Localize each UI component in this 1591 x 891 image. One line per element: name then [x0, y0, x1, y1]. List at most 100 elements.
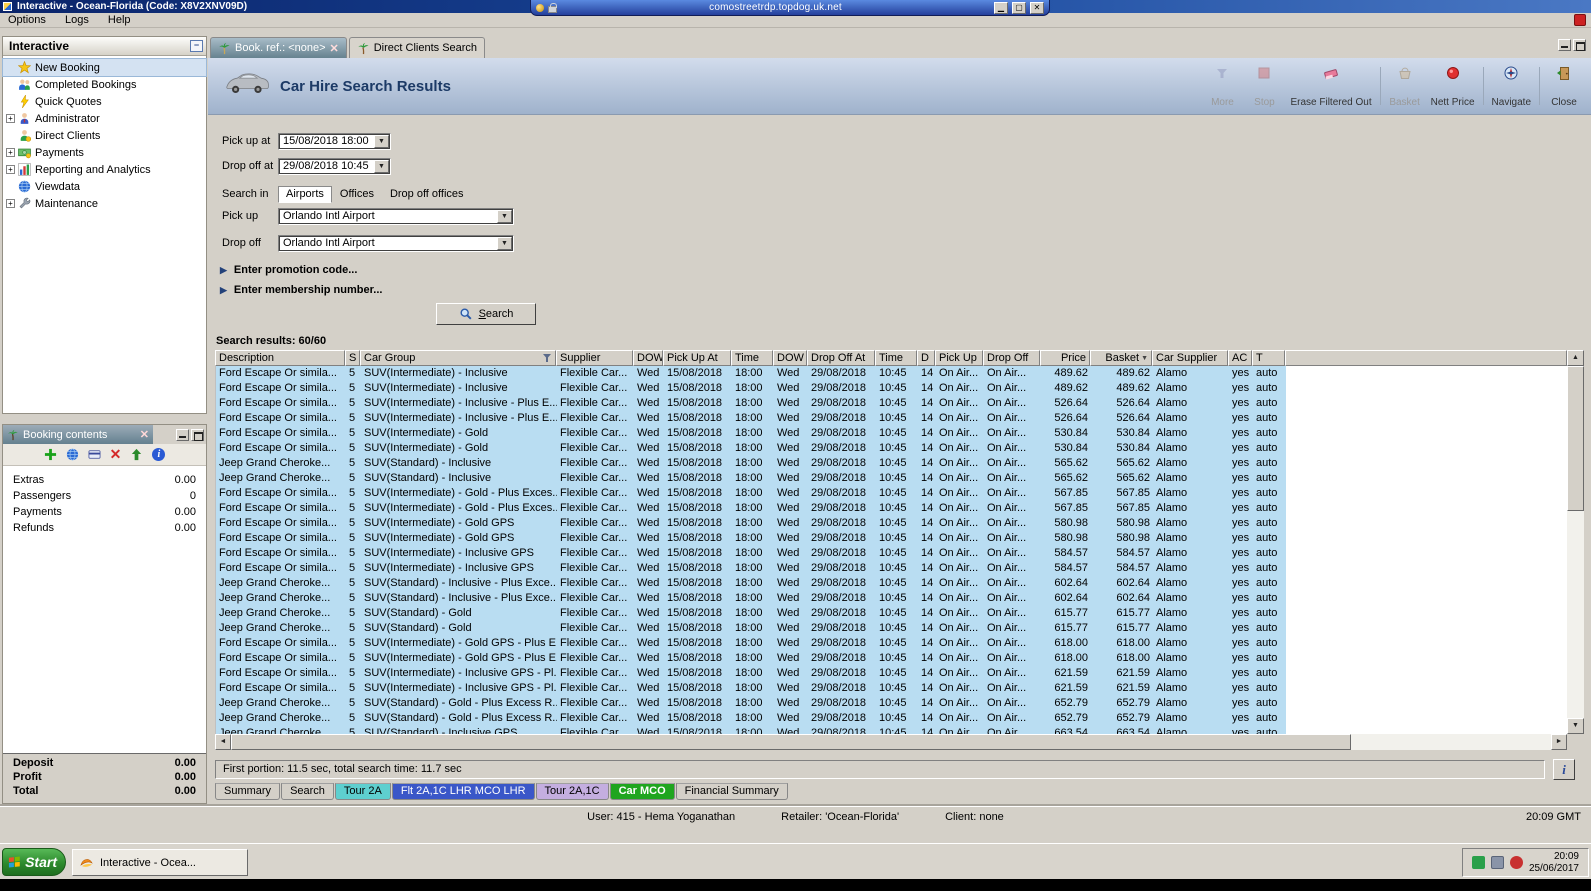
column-header[interactable]: Time [875, 350, 917, 366]
close-button[interactable]: Close [1543, 62, 1585, 110]
tab-car-mco[interactable]: Car MCO [609, 783, 675, 800]
table-row[interactable]: Ford Escape Or simila... 5 SUV(Intermedi… [216, 441, 1286, 456]
tab-direct-clients-search[interactable]: Direct Clients Search [348, 37, 486, 58]
table-row[interactable]: Jeep Grand Cheroke... 5 SUV(Standard) - … [216, 471, 1286, 486]
column-header[interactable]: Description [215, 350, 345, 366]
table-row[interactable]: Ford Escape Or simila... 5 SUV(Intermedi… [216, 411, 1286, 426]
pickup-field[interactable]: Orlando Intl Airport ▼ [278, 208, 514, 225]
column-header[interactable]: D [917, 350, 935, 366]
column-header[interactable]: Drop Off [983, 350, 1040, 366]
table-row[interactable]: Ford Escape Or simila... 5 SUV(Intermedi… [216, 396, 1286, 411]
tab-financial-summary[interactable]: Financial Summary [675, 783, 788, 800]
table-row[interactable]: Jeep Grand Cheroke... 5 SUV(Standard) - … [216, 576, 1286, 591]
table-row[interactable]: Ford Escape Or simila... 5 SUV(Intermedi… [216, 546, 1286, 561]
sidebar-item-quick-quotes[interactable]: Quick Quotes [3, 93, 206, 110]
tab-booking-ref[interactable]: Book. ref.: <none> ✕ [210, 37, 347, 58]
pickup-at-field[interactable]: 15/08/2018 18:00 ▼ [278, 133, 391, 150]
filter-icon[interactable] [542, 353, 552, 363]
column-header[interactable]: Drop Off At [807, 350, 875, 366]
info-button[interactable]: i [1553, 759, 1575, 780]
column-header[interactable]: Basket ▼ [1090, 350, 1152, 366]
column-header[interactable]: S [345, 350, 360, 366]
column-header[interactable]: DOW [773, 350, 807, 366]
booking-contents-tab[interactable]: Booking contents ✕ [3, 425, 153, 444]
column-header[interactable]: Time [731, 350, 773, 366]
table-row[interactable]: Ford Escape Or simila... 5 SUV(Intermedi… [216, 636, 1286, 651]
sidebar-item-payments[interactable]: + Payments [3, 144, 206, 161]
export-icon[interactable] [130, 448, 143, 461]
horizontal-scrollbar[interactable]: ◄ ► [215, 734, 1567, 750]
table-row[interactable]: Ford Escape Or simila... 5 SUV(Intermedi… [216, 366, 1286, 381]
column-header[interactable]: Pick Up At [663, 350, 731, 366]
vertical-scrollbar[interactable]: ▲ ▼ [1567, 350, 1584, 734]
table-row[interactable]: Jeep Grand Cheroke... 5 SUV(Standard) - … [216, 606, 1286, 621]
mdi-restore-button[interactable] [1573, 39, 1586, 51]
table-row[interactable]: Jeep Grand Cheroke... 5 SUV(Standard) - … [216, 621, 1286, 636]
promotion-code-expander[interactable]: ▶ Enter promotion code... [220, 264, 357, 276]
payment-card-icon[interactable] [88, 448, 101, 461]
table-row[interactable]: Ford Escape Or simila... 5 SUV(Intermedi… [216, 531, 1286, 546]
scroll-left-button[interactable]: ◄ [215, 734, 231, 750]
dropdown-arrow-icon[interactable]: ▼ [374, 160, 389, 173]
tray-alarm-icon[interactable] [1509, 856, 1523, 869]
info-icon[interactable]: i [152, 448, 166, 461]
table-row[interactable]: Ford Escape Or simila... 5 SUV(Intermedi… [216, 561, 1286, 576]
scroll-down-button[interactable]: ▼ [1567, 718, 1584, 734]
rdp-restore-button[interactable]: ▢ [1012, 1, 1026, 14]
table-row[interactable]: Ford Escape Or simila... 5 SUV(Intermedi… [216, 516, 1286, 531]
scrollbar-thumb[interactable] [1567, 366, 1584, 511]
sidebar-item-viewdata[interactable]: Viewdata [3, 178, 206, 195]
dropoff-field[interactable]: Orlando Intl Airport ▼ [278, 235, 514, 252]
dropoff-at-field[interactable]: 29/08/2018 10:45 ▼ [278, 158, 391, 175]
menu-alert-icon[interactable] [1574, 14, 1586, 26]
stop-button[interactable]: Stop [1243, 62, 1285, 110]
sidebar-item-administrator[interactable]: + Administrator [3, 110, 206, 127]
navigate-button[interactable]: Navigate [1487, 62, 1536, 110]
membership-number-expander[interactable]: ▶ Enter membership number... [220, 284, 382, 296]
sidebar-item-new-booking[interactable]: New Booking [2, 58, 207, 77]
expand-toggle[interactable]: + [6, 165, 15, 174]
dropdown-arrow-icon[interactable]: ▼ [497, 237, 512, 250]
table-row[interactable]: Ford Escape Or simila... 5 SUV(Intermedi… [216, 681, 1286, 696]
mdi-minimize-button[interactable] [1558, 39, 1571, 51]
column-header[interactable]: Pick Up [935, 350, 983, 366]
tab-flt-2a1c[interactable]: Flt 2A,1C LHR MCO LHR [391, 783, 535, 800]
table-row[interactable]: Ford Escape Or simila... 5 SUV(Intermedi… [216, 666, 1286, 681]
tray-display-icon[interactable] [1490, 856, 1504, 869]
expand-toggle[interactable]: + [6, 114, 15, 123]
table-row[interactable]: Ford Escape Or simila... 5 SUV(Intermedi… [216, 381, 1286, 396]
booking-row-payments[interactable]: Payments 0.00 [3, 504, 206, 520]
table-row[interactable]: Jeep Grand Cheroke... 5 SUV(Standard) - … [216, 726, 1286, 734]
column-header[interactable]: Car Group [360, 350, 556, 366]
table-row[interactable]: Jeep Grand Cheroke... 5 SUV(Standard) - … [216, 711, 1286, 726]
dropdown-arrow-icon[interactable]: ▼ [497, 210, 512, 223]
taskbar-item-interactive[interactable]: Interactive - Ocea... [72, 849, 248, 876]
booking-row-extras[interactable]: Extras 0.00 [3, 472, 206, 488]
erase-filtered-button[interactable]: Erase Filtered Out [1285, 62, 1376, 110]
scroll-right-button[interactable]: ► [1551, 734, 1567, 750]
taskbar-clock[interactable]: 20:09 25/06/2017 [1529, 851, 1579, 875]
dropdown-arrow-icon[interactable]: ▼ [374, 135, 389, 148]
menu-options[interactable]: Options [0, 13, 54, 28]
nett-price-button[interactable]: Nett Price [1426, 62, 1480, 110]
column-header[interactable]: Price [1040, 350, 1090, 366]
column-header[interactable]: Car Supplier [1152, 350, 1228, 366]
close-panel-icon[interactable]: ✕ [140, 428, 149, 441]
booking-row-refunds[interactable]: Refunds 0.00 [3, 520, 206, 536]
booking-row-passengers[interactable]: Passengers 0 [3, 488, 206, 504]
pin-icon[interactable] [536, 3, 544, 12]
sidebar-item-reporting[interactable]: + Reporting and Analytics [3, 161, 206, 178]
column-header[interactable]: DOW [633, 350, 663, 366]
panel-maximize-button[interactable] [191, 428, 204, 441]
table-row[interactable]: Ford Escape Or simila... 5 SUV(Intermedi… [216, 651, 1286, 666]
tab-offices[interactable]: Offices [332, 186, 382, 203]
tray-network-icon[interactable] [1471, 856, 1485, 869]
start-button[interactable]: Start [2, 848, 66, 876]
delete-icon[interactable]: ✕ [110, 447, 122, 461]
tab-search[interactable]: Search [281, 783, 334, 800]
globe-icon[interactable] [66, 448, 79, 461]
tab-tour-2a[interactable]: Tour 2A [334, 783, 391, 800]
sidebar-item-completed-bookings[interactable]: Completed Bookings [3, 76, 206, 93]
add-icon[interactable] [44, 448, 57, 461]
expand-toggle[interactable]: + [6, 148, 15, 157]
